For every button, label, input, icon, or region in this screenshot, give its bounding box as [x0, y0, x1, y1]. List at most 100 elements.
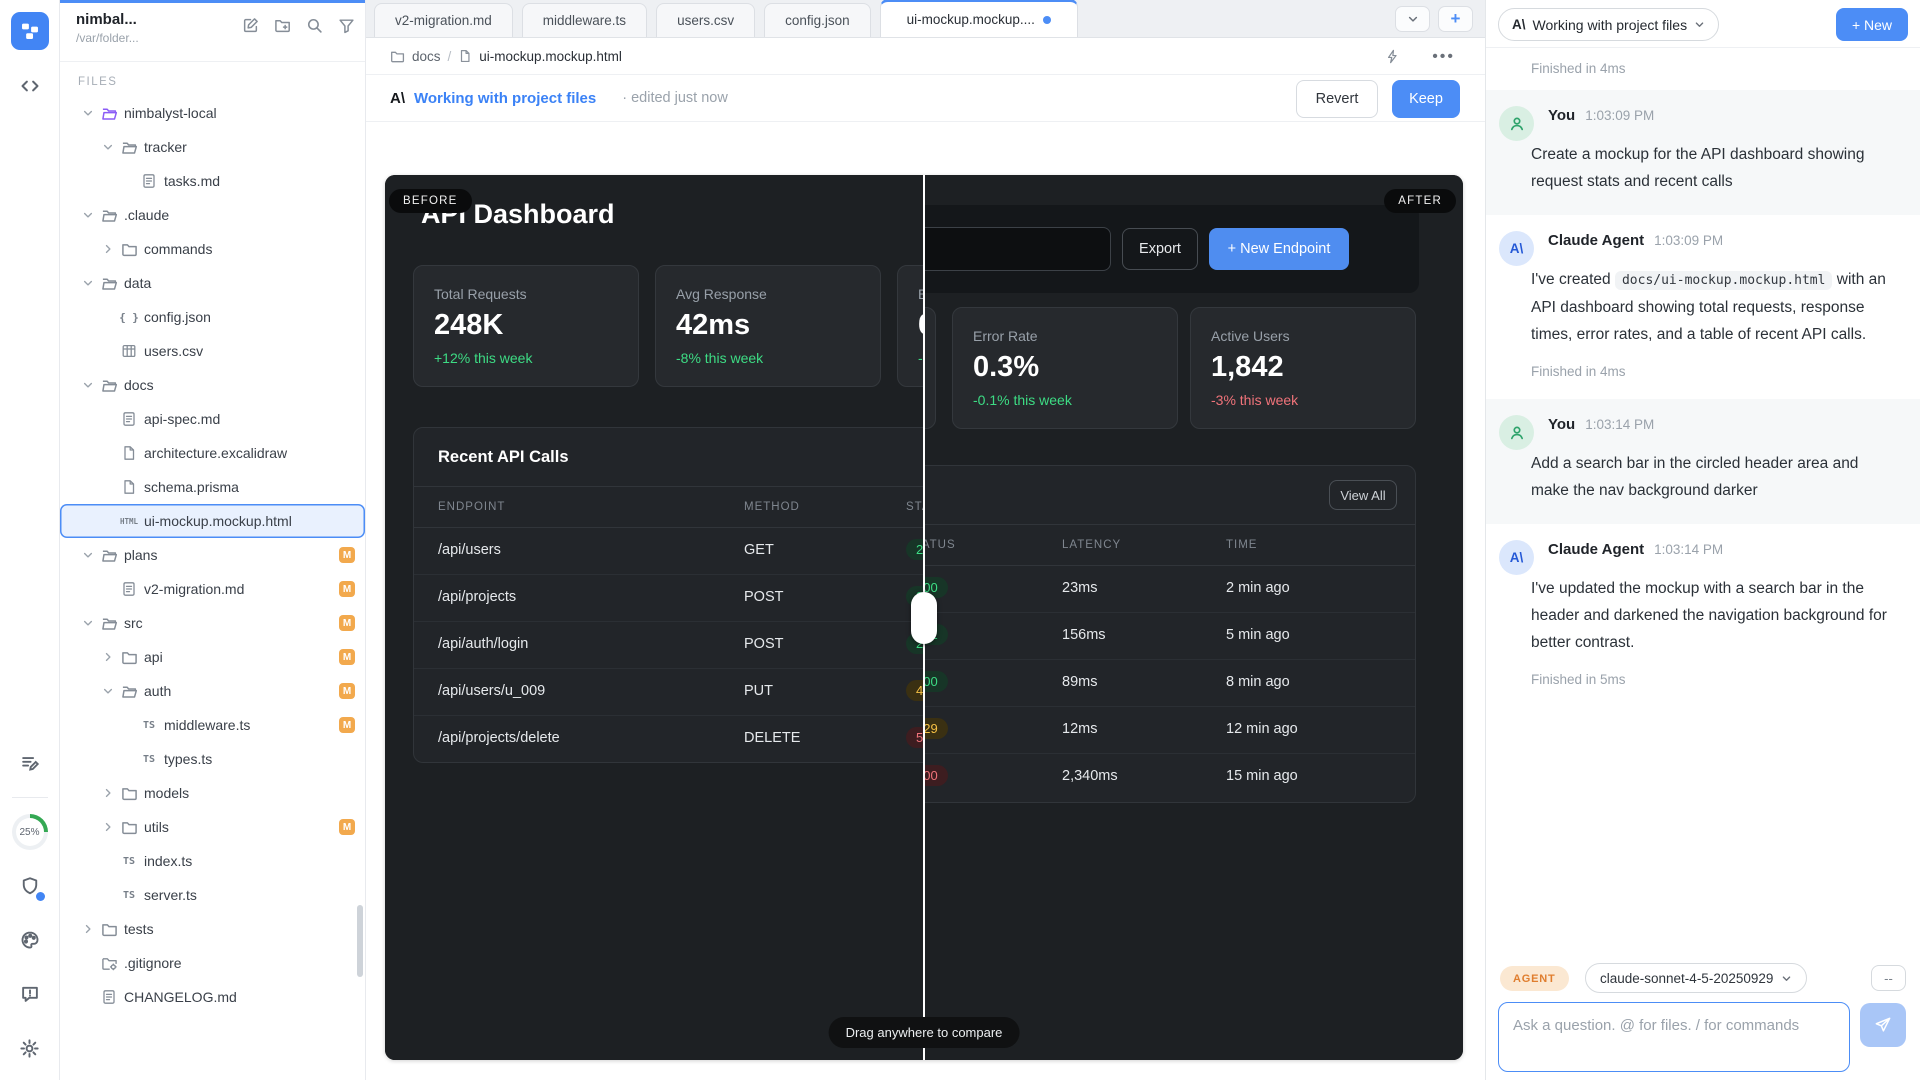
composer-more-button[interactable]: --	[1871, 965, 1906, 991]
tree-item-label: middleware.ts	[164, 717, 250, 733]
ts-icon: TS	[138, 720, 160, 731]
agent-selector-dropdown[interactable]: A\ Working with project files	[1498, 8, 1719, 41]
feedback-icon[interactable]	[12, 976, 48, 1012]
new-file-icon[interactable]	[242, 17, 259, 34]
tree-item-src[interactable]: srcM	[60, 606, 365, 640]
tree-item-api-spec-md[interactable]: api-spec.md	[60, 402, 365, 436]
time-cell: 8 min ago	[1226, 674, 1290, 690]
chevron-down-icon[interactable]	[98, 685, 118, 697]
model-selector-dropdown[interactable]: claude-sonnet-4-5-20250929	[1585, 963, 1807, 993]
new-tab-icon[interactable]: +	[1438, 6, 1473, 32]
chevron-right-icon[interactable]	[98, 821, 118, 833]
tab-users-csv[interactable]: users.csv	[656, 3, 755, 37]
tab-overflow-chevron-icon[interactable]	[1395, 6, 1430, 32]
chevron-down-icon[interactable]	[78, 277, 98, 289]
revert-button[interactable]: Revert	[1296, 80, 1378, 118]
tab-v2-migration[interactable]: v2-migration.md	[374, 3, 513, 37]
chevron-right-icon[interactable]	[98, 651, 118, 663]
tab-middleware[interactable]: middleware.ts	[522, 3, 647, 37]
csv-icon	[118, 343, 140, 359]
tree-item-users-csv[interactable]: users.csv	[60, 334, 365, 368]
chevron-right-icon[interactable]	[98, 787, 118, 799]
tab-ui-mockup[interactable]: ui-mockup.mockup....	[880, 0, 1078, 37]
tree-item-label: commands	[144, 241, 212, 257]
tree-item-nimbalyst-local[interactable]: nimbalyst-local	[60, 96, 365, 130]
tree-item-tracker[interactable]: tracker	[60, 130, 365, 164]
tree-item-api[interactable]: apiM	[60, 640, 365, 674]
agent-activity-label[interactable]: Working with project files	[414, 90, 596, 107]
theme-palette-icon[interactable]	[12, 922, 48, 958]
chevron-down-icon[interactable]	[78, 379, 98, 391]
chevron-down-icon[interactable]	[78, 617, 98, 629]
tree-item-commands[interactable]: commands	[60, 232, 365, 266]
file-tree-scrollbar[interactable]	[357, 905, 363, 977]
folder-icon	[118, 785, 140, 802]
notes-edit-icon[interactable]	[12, 745, 48, 781]
method-cell: PUT	[744, 683, 773, 699]
tree-item--gitignore[interactable]: .gitignore	[60, 946, 365, 980]
tree-item-tests[interactable]: tests	[60, 912, 365, 946]
tree-item-models[interactable]: models	[60, 776, 365, 810]
modified-badge: M	[339, 683, 355, 699]
tree-item-server-ts[interactable]: TSserver.ts	[60, 878, 365, 912]
breadcrumb-folder[interactable]: docs	[412, 49, 441, 64]
tree-item-auth[interactable]: authM	[60, 674, 365, 708]
timestamp: 1:03:09 PM	[1654, 233, 1723, 248]
tree-item-data[interactable]: data	[60, 266, 365, 300]
column-header: METHOD	[744, 501, 800, 513]
usage-progress-ring[interactable]: 25%	[12, 814, 48, 850]
tree-item-architecture-excalidraw[interactable]: architecture.excalidraw	[60, 436, 365, 470]
endpoint-search-input[interactable]: Search endpoints...	[924, 227, 1111, 271]
table-row: /api/projectsPOST201156ms5 min ago	[924, 613, 1415, 660]
settings-gear-icon[interactable]	[12, 1030, 48, 1066]
anthropic-mark-icon: A\	[390, 90, 405, 107]
table-row: /api/users/u_009PUT42912ms12 min ago	[414, 669, 924, 716]
tree-item-index-ts[interactable]: TSindex.ts	[60, 844, 365, 878]
latency-cell: 156ms	[1062, 627, 1106, 643]
tree-item-plans[interactable]: plansM	[60, 538, 365, 572]
chevron-down-icon[interactable]	[78, 107, 98, 119]
compare-drag-handle[interactable]	[911, 592, 937, 644]
table-row: /api/projects/deleteDELETE5002,340ms15 m…	[924, 754, 1415, 801]
tab-config-json[interactable]: config.json	[764, 3, 871, 37]
chat-input[interactable]: Ask a question. @ for files. / for comma…	[1498, 1002, 1850, 1072]
chevron-right-icon[interactable]	[78, 923, 98, 935]
tree-item-ui-mockup-mockup-html[interactable]: HTMLui-mockup.mockup.html	[60, 504, 365, 538]
tree-item-changelog-md[interactable]: CHANGELOG.md	[60, 980, 365, 1014]
tree-item-config-json[interactable]: { }config.json	[60, 300, 365, 334]
chevron-down-icon[interactable]	[98, 141, 118, 153]
tree-item-v2-migration-md[interactable]: v2-migration.mdM	[60, 572, 365, 606]
keep-button[interactable]: Keep	[1392, 80, 1460, 118]
tree-item-schema-prisma[interactable]: schema.prisma	[60, 470, 365, 504]
security-shield-icon[interactable]	[12, 868, 48, 904]
chevron-down-icon[interactable]	[78, 549, 98, 561]
code-view-icon[interactable]	[12, 68, 48, 104]
search-icon[interactable]	[306, 17, 323, 34]
view-all-button[interactable]: View All	[1329, 480, 1397, 510]
tree-item-tasks-md[interactable]: tasks.md	[60, 164, 365, 198]
filter-icon[interactable]	[338, 17, 355, 34]
compare-viewport[interactable]: API Dashboard Total Requests248K+12% thi…	[385, 175, 1463, 1060]
more-options-icon[interactable]: •••	[1432, 48, 1455, 66]
chevron-down-icon[interactable]	[78, 209, 98, 221]
stat-value: 42ms	[676, 309, 880, 342]
tree-item-utils[interactable]: utilsM	[60, 810, 365, 844]
new-folder-icon[interactable]	[274, 17, 291, 34]
unsaved-dot-icon	[1043, 16, 1051, 24]
column-header: ENDPOINT	[438, 501, 505, 513]
new-chat-button[interactable]: + New	[1836, 8, 1908, 41]
tree-item-types-ts[interactable]: TStypes.ts	[60, 742, 365, 776]
tree-item-docs[interactable]: docs	[60, 368, 365, 402]
file-path-chip[interactable]: docs/ui-mockup.mockup.html	[1615, 271, 1833, 290]
tree-item--claude[interactable]: .claude	[60, 198, 365, 232]
export-button[interactable]: Export	[1122, 228, 1198, 270]
new-endpoint-button[interactable]: + New Endpoint	[1209, 228, 1349, 270]
quick-action-lightning-icon[interactable]	[1385, 49, 1400, 64]
json-icon: { }	[118, 311, 140, 324]
sender-name: Claude Agent	[1548, 541, 1644, 558]
send-button[interactable]	[1860, 1003, 1906, 1047]
method-cell: GET	[744, 542, 774, 558]
chevron-right-icon[interactable]	[98, 243, 118, 255]
app-logo-icon[interactable]	[11, 12, 49, 50]
tree-item-middleware-ts[interactable]: TSmiddleware.tsM	[60, 708, 365, 742]
